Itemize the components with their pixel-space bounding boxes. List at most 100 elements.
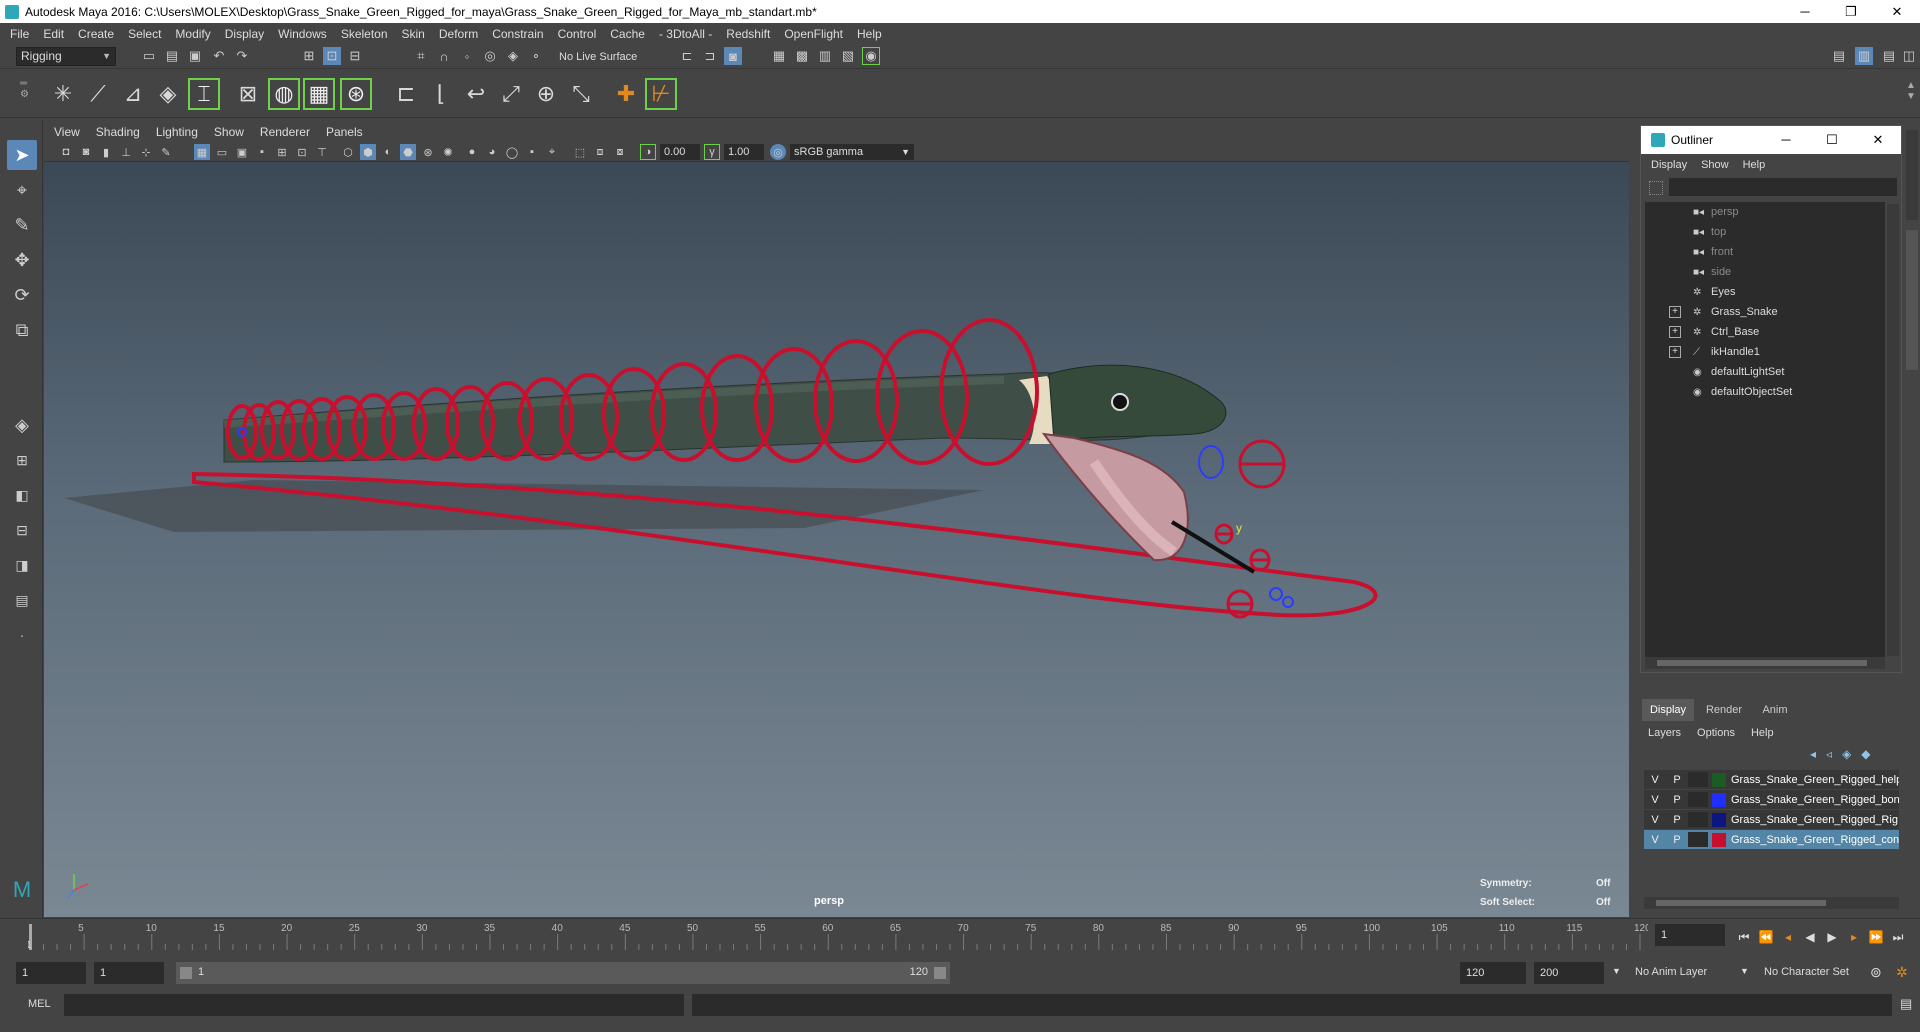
step-back-key-icon[interactable]: ⏪	[1757, 929, 1775, 945]
auto-key-icon[interactable]: ⊚	[1870, 964, 1882, 981]
vp-menu-panels[interactable]: Panels	[326, 125, 363, 139]
outliner-item[interactable]: ■◂ top	[1645, 222, 1885, 242]
vp-menu-shading[interactable]: Shading	[96, 125, 140, 139]
menu-skeleton[interactable]: Skeleton	[341, 27, 388, 41]
snap-curve-icon[interactable]: ∩	[435, 47, 453, 65]
insert-joint-icon[interactable]: ◈	[152, 78, 184, 110]
menuset-dropdown[interactable]: Rigging ▼	[16, 47, 116, 66]
outliner-menu-display[interactable]: Display	[1651, 159, 1687, 171]
attribute-editor-toggle-icon[interactable]: ▥	[1855, 47, 1873, 65]
connect-joint-icon[interactable]: ✚	[610, 78, 642, 110]
snap-point-icon[interactable]: ◦	[458, 47, 476, 65]
select-component-icon[interactable]: ⊟	[346, 47, 364, 65]
layer-display-type-toggle[interactable]	[1688, 812, 1708, 827]
shelf-tab-icon[interactable]: ═ ⚙	[20, 78, 29, 100]
save-scene-icon[interactable]: ▣	[186, 47, 204, 65]
wrap-deformer-icon[interactable]: ▦	[303, 78, 335, 110]
layer-visibility-toggle[interactable]: V	[1644, 794, 1666, 806]
layer-menu-options[interactable]: Options	[1697, 727, 1735, 739]
camera-attributes-icon[interactable]: ◙	[78, 144, 94, 160]
scroll-thumb[interactable]	[1656, 900, 1826, 906]
exposure-field[interactable]: 0.00	[660, 144, 700, 160]
channel-box-tab[interactable]	[1906, 230, 1918, 370]
range-slider-end-handle[interactable]	[934, 967, 946, 979]
lattice-icon[interactable]: ◍	[268, 78, 300, 110]
use-all-lights-icon[interactable]: ✺	[440, 144, 456, 160]
layer-menu-help[interactable]: Help	[1751, 727, 1774, 739]
menu-skin[interactable]: Skin	[402, 27, 425, 41]
four-view-layout-icon[interactable]: ⊞	[7, 445, 37, 475]
step-forward-frame-icon[interactable]: ▸	[1845, 929, 1863, 945]
step-forward-key-icon[interactable]: ⏩	[1867, 929, 1885, 945]
ik-spline-tool-icon[interactable]: ⊿	[117, 78, 149, 110]
safe-title-icon[interactable]: ⊤	[314, 144, 330, 160]
outliner-item[interactable]: + ⟋ ikHandle1	[1645, 342, 1885, 362]
layer-color-swatch[interactable]	[1712, 832, 1726, 847]
field-chart-icon[interactable]: ⊞	[274, 144, 290, 160]
custom-layout-icon[interactable]: ·	[7, 620, 37, 650]
menu-create[interactable]: Create	[78, 27, 114, 41]
scale-tool-icon[interactable]: ⧉	[7, 315, 37, 345]
range-slider[interactable]: 1 120	[176, 962, 950, 984]
blend-shape-icon[interactable]: ⊛	[340, 78, 372, 110]
aim-constraint-icon[interactable]: ⊕	[530, 78, 562, 110]
construction-history-icon[interactable]: ◙	[724, 47, 742, 65]
layer-row[interactable]: V P Grass_Snake_Green_Rigged_help	[1644, 770, 1899, 789]
new-layer-selected-icon[interactable]: ◆	[1861, 747, 1870, 761]
snap-surface-icon[interactable]: ◈	[504, 47, 522, 65]
menu-display[interactable]: Display	[225, 27, 264, 41]
snap-vertex-icon[interactable]: ∘	[527, 47, 545, 65]
film-gate-icon[interactable]: ▭	[214, 144, 230, 160]
grid-icon[interactable]: ▦	[194, 144, 210, 160]
render-frame-icon[interactable]: ▩	[793, 47, 811, 65]
outliner-menu-show[interactable]: Show	[1701, 159, 1729, 171]
safe-action-icon[interactable]: ⊡	[294, 144, 310, 160]
expand-icon[interactable]: +	[1669, 346, 1681, 358]
ipr-render-icon[interactable]: ▥	[816, 47, 834, 65]
chevron-down-icon[interactable]: ▼	[1740, 966, 1749, 976]
menu-cache[interactable]: Cache	[610, 27, 645, 41]
paint-select-tool-icon[interactable]: ✎	[7, 210, 37, 240]
select-object-icon[interactable]: ⊡	[323, 47, 341, 65]
perspective-viewport[interactable]: y persp Symmetry: Off Soft Select: Off	[44, 162, 1629, 917]
wireframe-on-shaded-icon[interactable]: ⬣	[400, 144, 416, 160]
menu-3dtoall[interactable]: - 3DtoAll -	[659, 27, 712, 41]
go-to-start-icon[interactable]: ⏮	[1735, 929, 1753, 945]
outliner-item[interactable]: + ✲ Ctrl_Base	[1645, 322, 1885, 342]
select-camera-icon[interactable]: ◘	[58, 144, 74, 160]
gate-mask-icon[interactable]: ▪	[254, 144, 270, 160]
animation-start-field[interactable]: 1	[16, 962, 86, 984]
layer-playback-toggle[interactable]: P	[1666, 814, 1688, 826]
layer-visibility-toggle[interactable]: V	[1644, 814, 1666, 826]
color-management-icon[interactable]: ◎	[770, 144, 786, 160]
move-layer-down-icon[interactable]: ◃	[1826, 747, 1832, 761]
range-slider-start-handle[interactable]	[180, 967, 192, 979]
play-backwards-icon[interactable]: ◀	[1801, 929, 1819, 945]
snap-view-icon[interactable]: ◎	[481, 47, 499, 65]
locator-icon[interactable]: ⌶	[188, 78, 220, 110]
playback-end-field[interactable]: 120	[1460, 962, 1526, 984]
close-button[interactable]: ✕	[1874, 0, 1920, 23]
menu-redshift[interactable]: Redshift	[726, 27, 770, 41]
wireframe-icon[interactable]: ⬡	[340, 144, 356, 160]
hypershade-icon[interactable]: ◉	[862, 47, 880, 65]
menu-edit[interactable]: Edit	[43, 27, 64, 41]
smooth-shade-icon[interactable]: ⬢	[360, 144, 376, 160]
menu-modify[interactable]: Modify	[175, 27, 210, 41]
output-ops-icon[interactable]: ⊐	[701, 47, 719, 65]
minimize-button[interactable]: ─	[1782, 0, 1828, 23]
outliner-minimize-button[interactable]: ─	[1763, 126, 1809, 154]
menu-control[interactable]: Control	[558, 27, 597, 41]
exposure-icon[interactable]: ◑	[640, 144, 656, 160]
motion-blur-icon[interactable]: ◯	[504, 144, 520, 160]
menu-help[interactable]: Help	[857, 27, 882, 41]
select-hierarchy-icon[interactable]: ⊞	[300, 47, 318, 65]
channel-box-toggle-icon[interactable]: ◫	[1900, 47, 1918, 65]
new-empty-layer-icon[interactable]: ◈	[1842, 747, 1851, 761]
command-input[interactable]	[64, 994, 684, 1016]
outliner-maximize-button[interactable]: ☐	[1809, 126, 1855, 154]
shelf-scroll-icon[interactable]: ▲ ▼	[1906, 80, 1916, 102]
layer-playback-toggle[interactable]: P	[1666, 774, 1688, 786]
isolate-select-icon[interactable]: ⬚	[572, 144, 588, 160]
vp-menu-show[interactable]: Show	[214, 125, 244, 139]
